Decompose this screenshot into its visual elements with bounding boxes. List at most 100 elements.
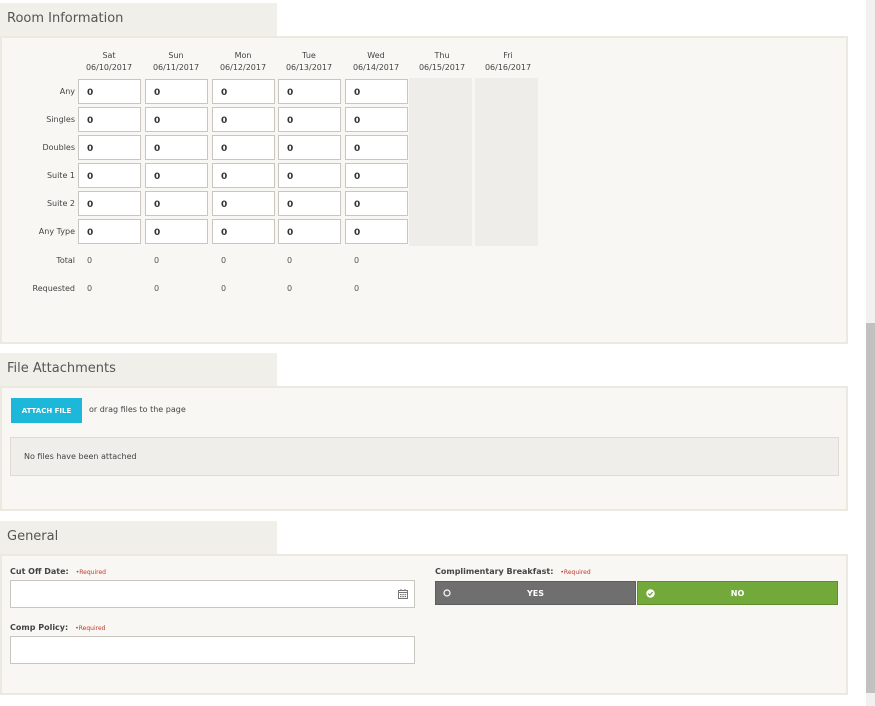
room-count-input[interactable] (213, 109, 274, 133)
requested-value: 0 (154, 284, 160, 293)
day-header: Mon 06/12/2017 (210, 50, 276, 74)
breakfast-label-text: Complimentary Breakfast: (435, 567, 554, 576)
day-name: Sat (102, 51, 116, 60)
room-count-cell[interactable] (212, 135, 275, 161)
room-count-cell[interactable] (345, 163, 408, 189)
room-count-cell[interactable] (212, 163, 275, 189)
room-count-cell[interactable] (78, 79, 141, 105)
comp-policy-input[interactable] (11, 637, 414, 663)
room-count-cell[interactable] (78, 191, 141, 217)
room-count-cell[interactable] (145, 107, 208, 133)
room-count-cell[interactable] (278, 219, 341, 245)
room-count-cell[interactable] (78, 135, 141, 161)
room-count-cell[interactable] (278, 79, 341, 105)
room-count-cell[interactable] (78, 107, 141, 133)
room-count-input[interactable] (279, 137, 340, 161)
room-type-label: Doubles (42, 143, 75, 152)
room-count-input[interactable] (213, 221, 274, 245)
calendar-icon[interactable] (398, 589, 408, 599)
room-count-cell[interactable] (78, 163, 141, 189)
room-count-input[interactable] (346, 221, 407, 245)
room-count-input[interactable] (346, 165, 407, 189)
room-count-input[interactable] (79, 109, 140, 133)
room-count-input[interactable] (213, 81, 274, 105)
room-information-title: Room Information (7, 11, 124, 26)
room-count-cell[interactable] (78, 219, 141, 245)
room-count-input[interactable] (213, 165, 274, 189)
room-count-input[interactable] (146, 81, 207, 105)
room-count-input[interactable] (213, 193, 274, 217)
room-count-cell[interactable] (278, 191, 341, 217)
requested-value: 0 (87, 284, 93, 293)
room-count-cell[interactable] (145, 219, 208, 245)
room-count-input[interactable] (213, 137, 274, 161)
room-count-input[interactable] (146, 109, 207, 133)
cutoff-date-input[interactable] (11, 581, 414, 607)
room-count-cell[interactable] (145, 163, 208, 189)
room-count-input[interactable] (79, 165, 140, 189)
requested-value: 0 (221, 284, 227, 293)
room-count-input[interactable] (346, 109, 407, 133)
room-count-input[interactable] (79, 193, 140, 217)
day-name: Tue (302, 51, 316, 60)
breakfast-yes-label: YES (526, 589, 545, 598)
room-count-input[interactable] (279, 221, 340, 245)
room-count-input[interactable] (279, 81, 340, 105)
total-value: 0 (221, 256, 227, 265)
breakfast-yes-button[interactable]: YES (435, 581, 636, 605)
room-type-label: Any Type (38, 227, 75, 236)
room-count-cell[interactable] (212, 191, 275, 217)
day-date: 06/11/2017 (152, 63, 200, 72)
attach-file-button[interactable]: ATTACH FILE (11, 398, 82, 423)
unavailable-day-column (475, 78, 538, 246)
room-count-cell[interactable] (345, 79, 408, 105)
room-count-cell[interactable] (278, 135, 341, 161)
room-count-input[interactable] (346, 193, 407, 217)
comp-policy-field[interactable] (10, 636, 415, 664)
room-count-cell[interactable] (345, 191, 408, 217)
room-count-input[interactable] (346, 137, 407, 161)
file-attachments-tab: File Attachments (0, 353, 277, 386)
room-count-cell[interactable] (345, 107, 408, 133)
day-date: 06/14/2017 (352, 63, 400, 72)
room-count-input[interactable] (279, 193, 340, 217)
room-count-input[interactable] (279, 165, 340, 189)
room-count-input[interactable] (146, 137, 207, 161)
cutoff-required: •Required (75, 569, 106, 576)
day-header: Sat 06/10/2017 (76, 50, 142, 74)
total-value: 0 (287, 256, 293, 265)
room-count-cell[interactable] (145, 79, 208, 105)
cutoff-date-label-text: Cut Off Date: (10, 567, 69, 576)
room-count-input[interactable] (79, 221, 140, 245)
room-count-cell[interactable] (212, 219, 275, 245)
breakfast-no-label: NO (730, 589, 745, 598)
breakfast-no-button[interactable]: NO (637, 581, 838, 605)
day-header: Fri 06/16/2017 (475, 50, 541, 74)
room-count-cell[interactable] (145, 135, 208, 161)
comp-policy-label-text: Comp Policy: (10, 623, 69, 632)
room-count-cell[interactable] (278, 163, 341, 189)
room-count-cell[interactable] (345, 135, 408, 161)
room-count-cell[interactable] (145, 191, 208, 217)
room-count-cell[interactable] (212, 107, 275, 133)
page-scrollbar-thumb[interactable] (866, 323, 875, 693)
attachments-dropzone[interactable]: No files have been attached (10, 437, 839, 476)
room-count-input[interactable] (79, 81, 140, 105)
cutoff-date-field[interactable] (10, 580, 415, 608)
room-count-input[interactable] (146, 193, 207, 217)
room-count-input[interactable] (279, 109, 340, 133)
day-header: Thu 06/15/2017 (409, 50, 475, 74)
day-header: Wed 06/14/2017 (343, 50, 409, 74)
room-count-input[interactable] (146, 165, 207, 189)
comp-policy-label: Comp Policy: •Required (10, 623, 105, 632)
room-count-cell[interactable] (212, 79, 275, 105)
day-header: Tue 06/13/2017 (276, 50, 342, 74)
room-count-input[interactable] (146, 221, 207, 245)
room-count-cell[interactable] (278, 107, 341, 133)
total-label: Total (56, 256, 75, 265)
requested-value: 0 (354, 284, 360, 293)
room-count-input[interactable] (79, 137, 140, 161)
room-count-input[interactable] (346, 81, 407, 105)
unavailable-day-column (409, 78, 472, 246)
room-count-cell[interactable] (345, 219, 408, 245)
